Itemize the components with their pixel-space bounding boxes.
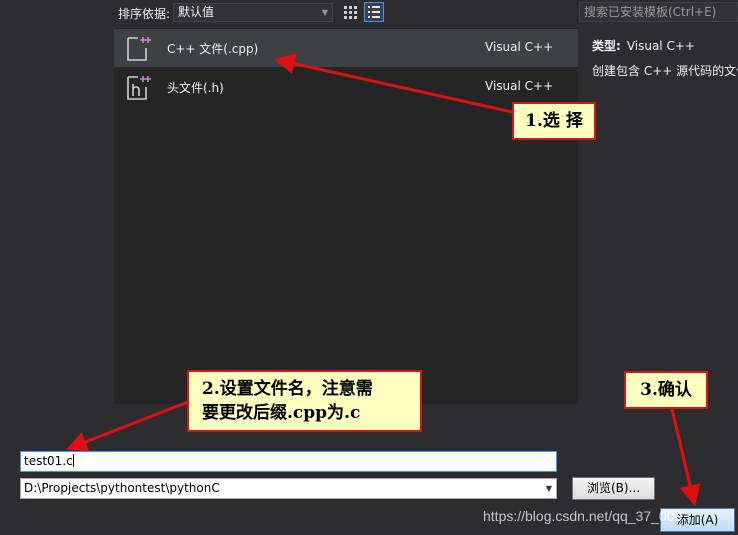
details-panel	[580, 28, 738, 404]
location-select[interactable]: D:\Propjects\pythontest\pythonC ▼	[20, 478, 557, 499]
sort-select[interactable]: 默认值 ▼	[173, 3, 333, 22]
cpp-file-icon	[127, 37, 151, 61]
list-view-button[interactable]	[364, 2, 384, 22]
template-name: C++ 文件(.cpp)	[167, 42, 259, 56]
annotation-step2-line1: 2.设置文件名，注意需	[202, 379, 373, 399]
search-placeholder: 搜索已安装模板(Ctrl+E)	[584, 5, 717, 19]
arrow-step2	[66, 400, 189, 452]
list-view-icon	[368, 6, 380, 18]
annotation-step2: 2.设置文件名，注意需 要更改后缀.cpp为.c	[187, 370, 422, 432]
template-row-header[interactable]: 头文件(.h) Visual C++	[114, 68, 578, 106]
annotation-step3: 3.确认	[624, 371, 708, 409]
template-description: 创建包含 C++ 源代码的文件	[592, 64, 738, 78]
type-key: 类型:	[592, 39, 621, 53]
file-name-value: test01.c	[24, 454, 73, 468]
text-caret	[72, 454, 74, 467]
arrow-step3	[670, 408, 701, 507]
annotation-step1: 1.选 择	[512, 102, 596, 140]
template-search-input[interactable]: 搜索已安装模板(Ctrl+E)	[579, 2, 738, 22]
template-row-cpp[interactable]: C++ 文件(.cpp) Visual C++	[114, 29, 578, 67]
template-language: Visual C++	[485, 40, 554, 54]
left-category-panel	[0, 0, 110, 405]
type-value: Visual C++	[626, 39, 695, 53]
sort-label: 排序依据:	[118, 7, 171, 21]
header-file-icon	[127, 76, 151, 100]
template-language: Visual C++	[485, 79, 554, 93]
grid-view-icon	[344, 6, 357, 19]
chevron-down-icon: ▼	[321, 8, 328, 17]
file-name-input[interactable]: test01.c	[20, 451, 557, 472]
chevron-down-icon: ▼	[545, 484, 552, 493]
template-name: 头文件(.h)	[167, 81, 224, 95]
template-type: 类型: Visual C++	[592, 37, 695, 54]
watermark: https://blog.csdn.net/qq_37_000	[483, 508, 683, 524]
grid-view-button[interactable]	[340, 2, 360, 22]
browse-button[interactable]: 浏览(B)...	[572, 477, 655, 500]
location-value: D:\Propjects\pythontest\pythonC	[24, 481, 220, 495]
annotation-step2-line2: 要更改后缀.cpp为.c	[202, 403, 361, 423]
sort-select-value: 默认值	[178, 5, 215, 19]
